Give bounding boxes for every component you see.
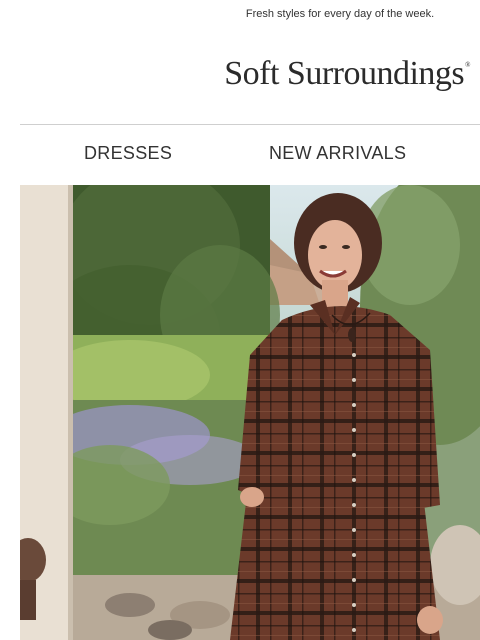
brand-name: Soft Surroundings [224,55,465,92]
preheader-text: Fresh styles for every day of the week. [245,8,435,20]
main-nav: DRESSES NEW ARRIVALS [20,143,480,167]
hero-image[interactable] [20,185,480,640]
header-divider [20,124,480,125]
brand-logo[interactable]: Soft Surroundings® [224,55,470,93]
nav-link-new-arrivals[interactable]: NEW ARRIVALS [269,143,406,164]
nav-link-dresses[interactable]: DRESSES [84,143,172,164]
trademark-symbol: ® [465,61,470,69]
hero-photo-illustration [20,185,480,640]
